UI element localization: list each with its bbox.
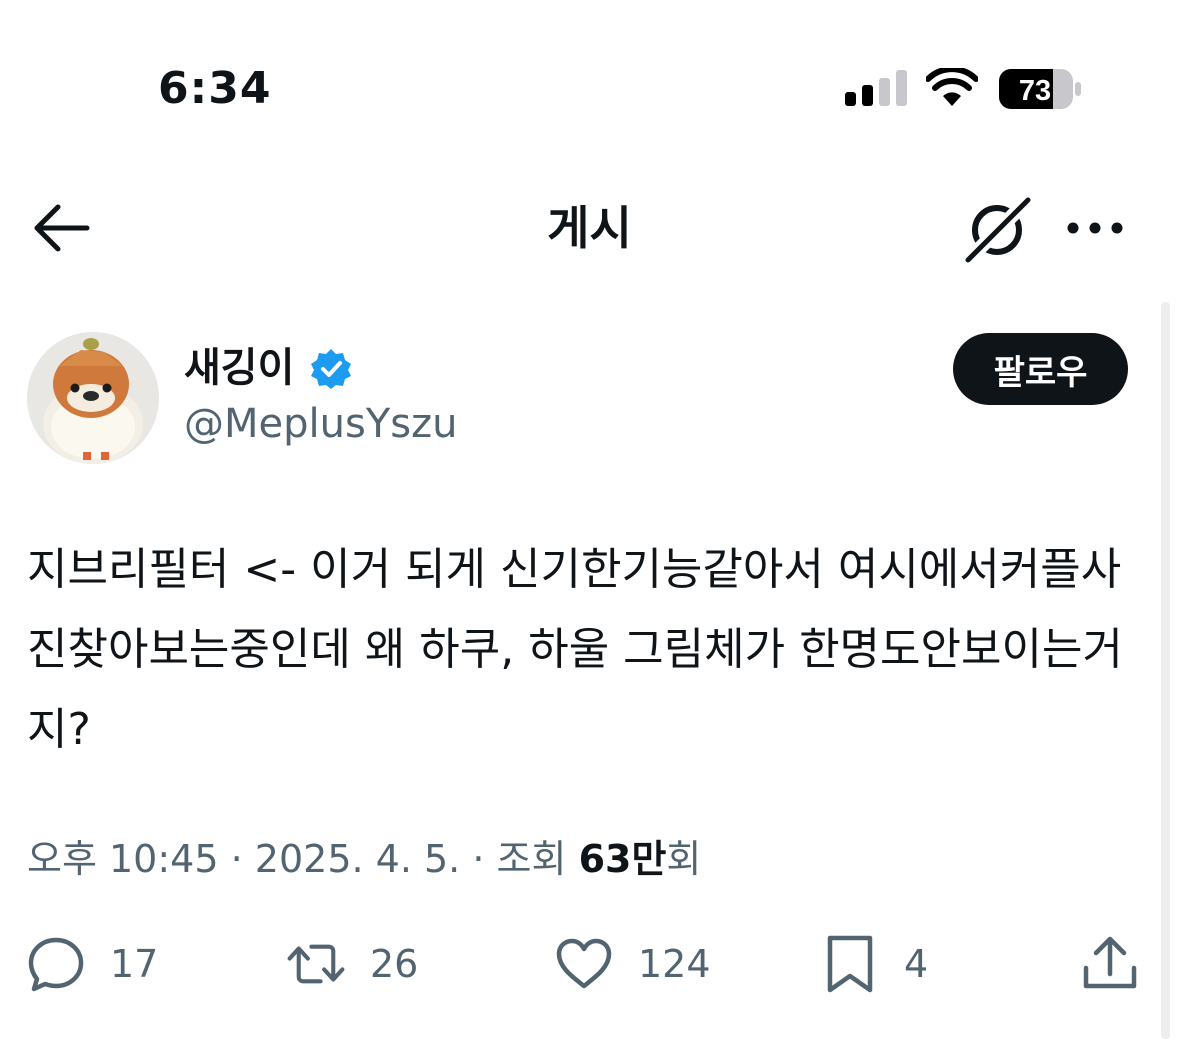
battery-level: 73 — [1019, 75, 1051, 107]
retweet-button[interactable]: 26 — [286, 934, 418, 994]
back-arrow-icon[interactable] — [30, 200, 92, 256]
tweet-text: 지브리필터 <- 이거 되게 신기한기능같아서 여시에서커플사진찾아보는중인데 … — [27, 544, 1123, 755]
author-display-name[interactable]: 새깅이 — [184, 340, 294, 396]
status-time: 6:34 — [158, 63, 272, 114]
views-count: 63만 — [578, 837, 667, 881]
grok-icon[interactable] — [962, 194, 1034, 264]
like-count: 124 — [638, 942, 711, 986]
share-button[interactable] — [1080, 934, 1140, 994]
page-title: 게시 — [547, 201, 632, 255]
wifi-icon — [926, 68, 978, 106]
reply-button[interactable]: 17 — [26, 934, 158, 994]
like-button[interactable]: 124 — [554, 934, 711, 994]
bookmark-count: 4 — [904, 942, 929, 986]
heart-icon — [556, 938, 612, 989]
more-icon[interactable] — [1062, 210, 1128, 246]
tweet-time: 오후 10:45 — [27, 837, 219, 881]
reply-icon — [28, 937, 84, 992]
avatar[interactable] — [27, 332, 159, 464]
views-label: 조회 — [496, 837, 567, 881]
tweet-meta: 오후 10:45 · 2025. 4. 5. · 조회 63만회 — [27, 834, 701, 884]
battery-icon: 73 — [999, 69, 1081, 109]
meta-separator: · — [472, 837, 485, 881]
reply-count: 17 — [110, 942, 159, 986]
follow-button[interactable]: 팔로우 — [953, 333, 1128, 405]
bookmark-button[interactable]: 4 — [820, 934, 928, 994]
verified-badge-icon — [311, 349, 351, 389]
tweet-date[interactable]: 2025. 4. 5. — [255, 837, 460, 881]
views-suffix: 회 — [666, 837, 702, 881]
scrollbar[interactable] — [1161, 302, 1170, 1039]
author-handle[interactable]: @MeplusYszu — [184, 398, 457, 450]
cellular-signal-icon — [845, 70, 907, 106]
retweet-icon — [287, 944, 345, 984]
retweet-count: 26 — [370, 942, 419, 986]
bookmark-icon — [827, 935, 873, 993]
share-icon — [1083, 936, 1137, 989]
meta-separator: · — [230, 837, 243, 881]
